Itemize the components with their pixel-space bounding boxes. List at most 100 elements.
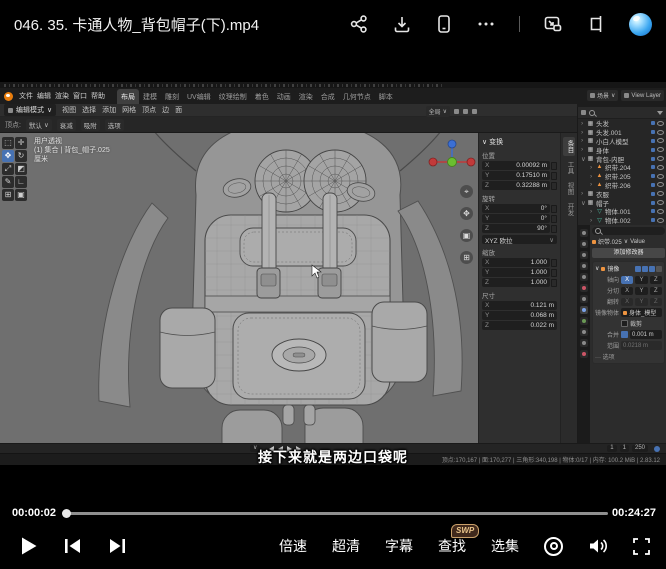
data-tab-icon <box>580 339 588 347</box>
download-icon[interactable] <box>392 14 412 34</box>
mirror-modifier-panel: ∨ 镜像 轴向 X Y Z <box>592 261 665 364</box>
search-button[interactable]: 查找 SWP <box>438 536 466 556</box>
video-area[interactable]: 文件编辑渲染窗口帮助 布局建模雕刻UV编辑纹理绘制着色动画渲染合成几何节点脚本 … <box>0 48 666 505</box>
checkbox-icon <box>651 218 655 222</box>
expand-arrow-icon <box>581 137 585 144</box>
outliner-item-icon <box>587 155 594 162</box>
progress-row: 00:00:02 00:24:27 <box>0 505 666 521</box>
expand-arrow-icon <box>581 146 585 153</box>
expand-arrow-icon <box>581 129 585 136</box>
checkbox-icon <box>651 201 655 205</box>
location-field: Y0.17510 m <box>482 171 557 180</box>
viewport-header-right: 全局∨ <box>426 106 477 117</box>
modifier-options-footer: ··· 选项 <box>595 352 662 361</box>
properties-breadcrumb: 织带.025 ∨ Value <box>592 237 665 246</box>
outliner-display-mode-icon <box>581 110 586 115</box>
sidebar-tab: 条目 <box>563 137 575 156</box>
move-tool-icon: ✥ <box>2 150 14 162</box>
location-field: X0.00092 m <box>482 161 557 170</box>
viewport-nav-gadgets: ⌖ ✥ ▣ ⊞ <box>460 185 473 264</box>
mode-selector: 编辑模式 ∨ <box>4 104 56 116</box>
scene-selectors: 场景∨ View Layer <box>587 90 664 101</box>
fullscreen-button[interactable] <box>633 538 650 555</box>
edit-mode-toggle-icon <box>635 266 641 272</box>
pan-hand-icon: ✥ <box>460 207 473 220</box>
transform-tool-icon: ◩ <box>15 163 27 175</box>
share-icon[interactable] <box>349 14 369 34</box>
record-button[interactable] <box>544 537 563 556</box>
expand-arrow-icon <box>590 173 594 180</box>
viewport-toolbar: ⬚ ✛ ✥ ↻ ⤢ ◩ ✎ ∟ ⊞ ▣ <box>2 137 29 201</box>
visibility-eye-icon <box>657 156 664 161</box>
modifier-header: ∨ 镜像 <box>595 264 662 273</box>
next-episode-button[interactable] <box>108 538 126 554</box>
menu-item: 窗口 <box>71 93 89 100</box>
extrude-tool-icon: ⊞ <box>2 189 14 201</box>
outliner-item-icon <box>596 164 603 170</box>
rotation-field: Z90° <box>482 224 557 233</box>
object-tab-icon <box>580 295 588 303</box>
speed-button[interactable]: 倍速 <box>279 536 307 556</box>
quality-button[interactable]: 超清 <box>332 536 360 556</box>
volume-button[interactable] <box>588 537 608 555</box>
seek-bar[interactable] <box>64 512 608 515</box>
visibility-eye-icon <box>657 191 664 196</box>
annotate-tool-icon: ✎ <box>2 176 14 188</box>
outliner-item-icon <box>587 146 594 153</box>
snip-window-icon[interactable] <box>586 14 606 34</box>
expand-arrow-icon <box>581 199 585 207</box>
physics-tab-icon <box>580 328 588 336</box>
workspace-tab: 渲染 <box>295 89 317 104</box>
location-field: Z0.32288 m <box>482 181 557 190</box>
video-subtitle: 接下来就是两边口袋呢 <box>0 447 666 467</box>
snap-magnet-icon <box>454 109 459 114</box>
outliner-header <box>578 107 666 119</box>
flip-row: 翻转 X Y Z <box>595 297 662 306</box>
outliner-item: 织带.206 <box>578 181 666 190</box>
outliner-item: 小白人模型 <box>578 137 666 146</box>
app-logo[interactable] <box>629 13 652 36</box>
outliner-item: 头发 <box>578 119 666 128</box>
render-tab-icon <box>580 240 588 248</box>
subtitle-button[interactable]: 字幕 <box>385 536 413 556</box>
wrench-icon <box>601 267 605 271</box>
player-controls: 倍速 超清 字幕 查找 SWP 选集 <box>0 523 666 569</box>
sidebar-tab: 视图 <box>563 179 575 198</box>
world-tab-icon <box>580 284 588 292</box>
outliner-item-icon <box>587 137 594 144</box>
current-time: 00:00:02 <box>12 507 56 519</box>
viewport-header: 编辑模式 ∨ 视图选择添加网格顶点边面 全局∨ <box>0 104 577 117</box>
visibility-eye-icon <box>657 130 664 135</box>
checkbox-icon <box>651 130 655 134</box>
picture-in-picture-icon[interactable] <box>543 14 563 34</box>
scale-field: Z1.000 <box>482 278 557 287</box>
expand-arrow-icon <box>581 190 585 197</box>
outliner-item-icon <box>596 173 603 179</box>
blender-menus: 文件编辑渲染窗口帮助 <box>17 91 107 101</box>
workspace-tab: 建模 <box>139 89 161 104</box>
checkbox-icon <box>651 192 655 196</box>
tool-settings-bar: 顶点: 默认∨ 衰减吸附选项 <box>0 117 666 133</box>
blender-menubar: 文件编辑渲染窗口帮助 布局建模雕刻UV编辑纹理绘制着色动画渲染合成几何节点脚本 <box>0 88 666 104</box>
menu-item: 文件 <box>17 93 35 100</box>
checkbox-icon <box>651 165 655 169</box>
menu-item: 渲染 <box>53 93 71 100</box>
outliner-item: 衣服 <box>578 189 666 198</box>
checkbox-icon <box>651 183 655 187</box>
previous-episode-button[interactable] <box>64 538 82 554</box>
svip-badge: SWP <box>451 524 479 538</box>
tool-settings-label: 顶点: <box>5 120 21 130</box>
scene-tab-icon <box>580 273 588 281</box>
episodes-button[interactable]: 选集 <box>491 536 519 556</box>
merge-checkbox <box>621 331 628 338</box>
seek-knob[interactable] <box>62 509 71 518</box>
material-tab-icon <box>580 350 588 358</box>
viewport-menu-item: 顶点 <box>142 105 156 115</box>
sidebar-tab: 开发 <box>563 200 575 219</box>
visibility-eye-icon <box>657 218 664 223</box>
play-button[interactable] <box>20 536 38 556</box>
cast-phone-icon[interactable] <box>435 14 453 34</box>
more-icon[interactable] <box>476 14 496 34</box>
checkbox-icon <box>651 157 655 161</box>
proportional-editing-icon <box>463 109 468 114</box>
